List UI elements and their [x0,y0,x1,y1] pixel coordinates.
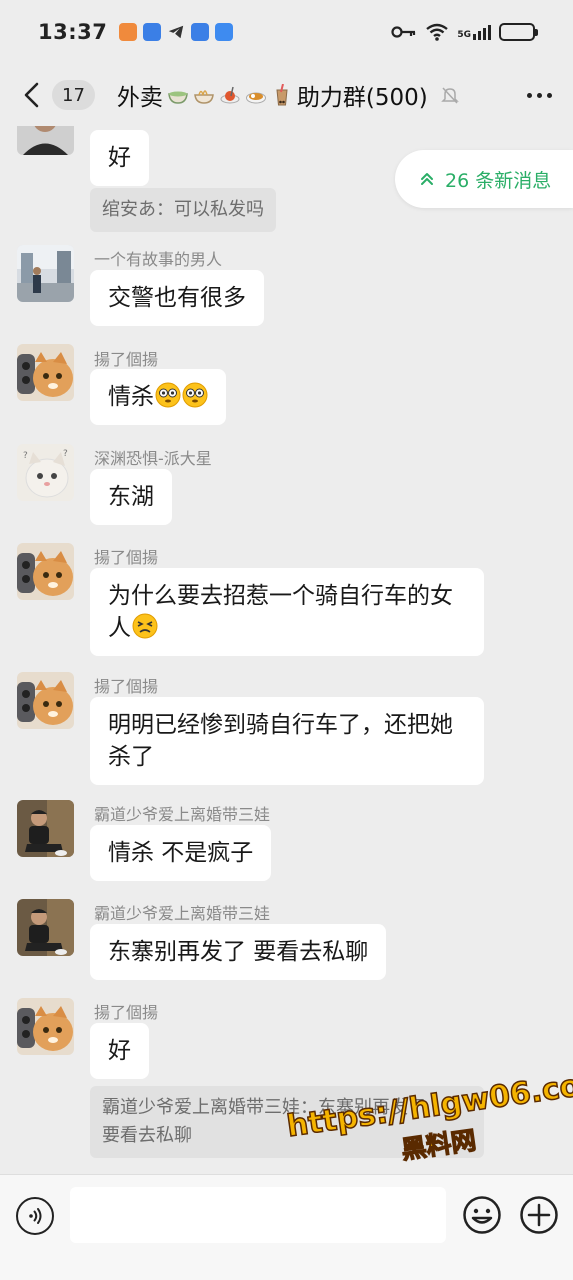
message-bubble[interactable]: 明明已经惨到骑自行车了，还把她 杀了 [90,697,484,785]
message-text-line1: 为什么要去招惹一个骑自行车的女 [108,583,453,609]
avatar[interactable] [17,672,74,729]
message-text: 情杀 不是疯子 [108,840,254,866]
pasta-icon [220,86,240,104]
message-text: 交警也有很多 [108,285,246,311]
message-text: 好 [108,145,131,171]
message-bubble[interactable]: 好 [90,130,149,186]
voice-input-button[interactable] [16,1197,54,1235]
quoted-text: 绾安あ：可以私发吗 [102,199,264,220]
message-text: 东湖 [108,484,154,510]
message-text: 东寨别再发了 要看去私聊 [108,939,369,965]
quoted-text-line1: 霸道少爷爱上离婚带三娃：东寨别再发了 [102,1097,426,1118]
app-blue-icon [143,23,162,41]
quoted-message[interactable]: 绾安あ：可以私发吗 [90,188,276,232]
svg-text:?: ? [63,449,68,459]
message-bubble[interactable]: 情杀 [90,369,226,425]
avatar[interactable] [17,899,74,956]
status-time: 13:37 [38,20,108,44]
message-bubble[interactable]: 东湖 [90,469,172,525]
curry-icon [245,92,266,104]
chat-title[interactable]: 外卖 助力群(500) [117,78,428,112]
message-bubble[interactable]: 情杀 不是疯子 [90,825,272,881]
avatar[interactable]: ?? [17,444,74,501]
status-bar: 13:37 5G [0,0,573,64]
battery-icon [499,23,538,41]
cellular-signal-icon: 5G [457,24,491,40]
sender-name: 揚了個揚 [94,350,159,369]
noodle-bowl-icon [194,90,214,104]
sender-name: 深渊恐惧-派大星 [94,449,212,468]
message-text-line1: 明明已经惨到骑自行车了，还把她 [108,712,453,738]
message-text: 好 [108,1038,131,1064]
new-messages-label: 26 条新消息 [445,169,552,192]
avatar[interactable] [17,126,74,155]
sender-name: 揚了個揚 [94,1003,159,1022]
message-list[interactable]: 好 绾安あ：可以私发吗 一个有故事的男人 交警也有很多 揚了個揚 情杀 ?? 深… [0,126,573,1174]
message-bubble[interactable]: 东寨别再发了 要看去私聊 [90,924,387,980]
title-food-emojis [167,84,293,106]
new-messages-button[interactable]: 26 条新消息 [395,150,573,208]
input-bar [0,1174,573,1280]
more-options-button[interactable] [523,79,555,111]
chat-title-suffix: 助力群(500) [296,85,428,111]
flushed-face-emoji [155,382,181,408]
meituan-icon [215,23,234,41]
avatar[interactable] [17,344,74,401]
sender-name: 揚了個揚 [94,548,159,567]
bubble-tea-icon [276,84,288,106]
avatar[interactable] [17,998,74,1055]
back-button[interactable] [18,75,44,115]
persevering-face-emoji [132,613,158,639]
svg-text:?: ? [23,451,28,461]
voice-icon [29,1208,42,1224]
tea-bowl-icon [168,91,188,104]
sender-name: 霸道少爷爱上离婚带三娃 [94,805,271,824]
more-actions-button[interactable] [519,1195,559,1235]
telegram-icon [169,25,184,39]
sender-name: 霸道少爷爱上离婚带三娃 [94,904,271,923]
avatar[interactable] [17,543,74,600]
muted-bell-icon [440,87,459,104]
quoted-message[interactable]: 霸道少爷爱上离婚带三娃：东寨别再发了 要看去私聊 [90,1086,484,1158]
notification-icons [119,23,234,41]
message-bubble[interactable]: 交警也有很多 [90,270,264,326]
message-bubble[interactable]: 好 [90,1023,149,1079]
unread-count-badge[interactable]: 17 [52,80,95,110]
app-blue-icon-2 [191,23,210,41]
sender-name: 揚了個揚 [94,677,159,696]
message-text-line2: 杀了 [108,744,154,770]
double-chevron-up-icon [421,173,433,185]
chevron-left-icon [24,82,39,108]
taobao-icon [119,23,138,41]
emoji-button[interactable] [462,1195,502,1235]
key-icon [391,26,416,38]
network-type-label: 5G [457,29,471,40]
flushed-face-emoji [182,382,208,408]
message-input[interactable] [70,1187,446,1243]
avatar[interactable] [17,245,74,302]
status-right: 5G [391,23,538,41]
message-bubble[interactable]: 为什么要去招惹一个骑自行车的女 人 [90,568,484,656]
message-text-line2: 人 [108,615,131,641]
wifi-icon [426,23,449,41]
message-text: 情杀 [108,384,154,410]
avatar[interactable] [17,800,74,857]
chat-header: 17 外卖 助力群(500) [0,64,573,126]
chat-title-prefix: 外卖 [116,85,163,111]
quoted-text-line2: 要看去私聊 [102,1125,192,1146]
sender-name: 一个有故事的男人 [94,250,223,269]
